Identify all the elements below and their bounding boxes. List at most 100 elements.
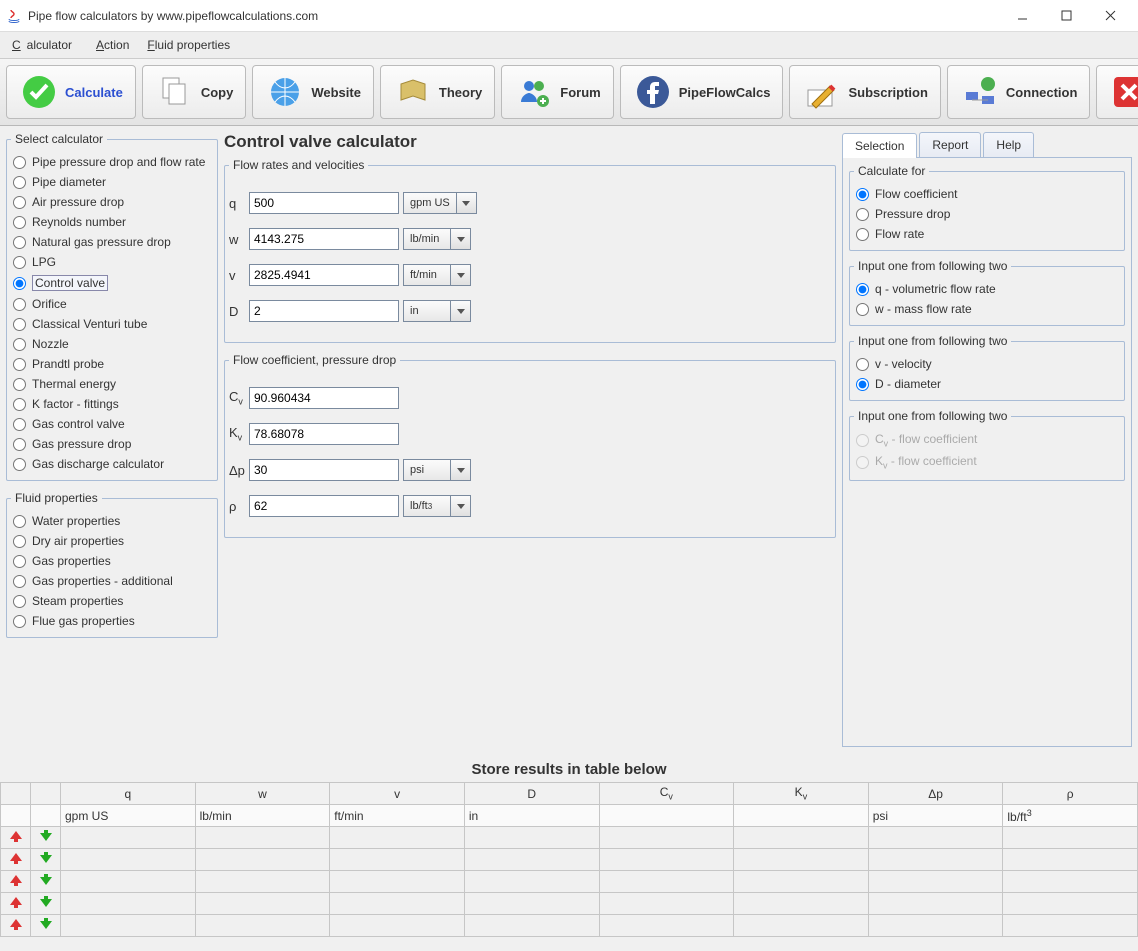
book-icon [393, 72, 433, 112]
fluid-radio-1[interactable]: Dry air properties [11, 531, 213, 551]
unit-rho[interactable]: lb/ft3 [403, 495, 451, 517]
radio-v[interactable] [856, 358, 869, 371]
radio-D[interactable] [856, 378, 869, 391]
unit-dd-D[interactable] [451, 300, 471, 322]
unit-v[interactable]: ft/min [403, 264, 451, 286]
row-up-button[interactable] [1, 849, 31, 871]
fluid-radio-2[interactable]: Gas properties [11, 551, 213, 571]
input-v[interactable] [249, 264, 399, 286]
pipeflowcalcs-button[interactable]: PipeFlowCalcs [620, 65, 784, 119]
website-button[interactable]: Website [252, 65, 374, 119]
row-up-button[interactable] [1, 871, 31, 893]
minimize-button[interactable] [1000, 2, 1044, 30]
input-Kv[interactable] [249, 423, 399, 445]
input-D[interactable] [249, 300, 399, 322]
calc-radio-2[interactable]: Air pressure drop [11, 192, 213, 212]
calc-radio-5[interactable]: LPG [11, 252, 213, 272]
subscription-button[interactable]: Subscription [789, 65, 940, 119]
close-window-button[interactable] [1088, 2, 1132, 30]
theory-button[interactable]: Theory [380, 65, 495, 119]
menu-action[interactable]: Action [90, 36, 135, 54]
section1-legend: Flow rates and velocities [229, 158, 368, 172]
calc-for-group: Calculate for Flow coefficient Pressure … [849, 164, 1125, 251]
maximize-button[interactable] [1044, 2, 1088, 30]
calc-radio-14[interactable]: Gas pressure drop [11, 434, 213, 454]
row-down-button[interactable] [31, 871, 61, 893]
calc-radio-1[interactable]: Pipe diameter [11, 172, 213, 192]
tab-selection[interactable]: Selection [842, 133, 917, 158]
unit-dd-w[interactable] [451, 228, 471, 250]
input-Cv[interactable] [249, 387, 399, 409]
copy-button[interactable]: Copy [142, 65, 247, 119]
menu-fluid-properties[interactable]: Fluid properties [141, 36, 236, 54]
calc-radio-8[interactable]: Classical Venturi tube [11, 314, 213, 334]
row-down-button[interactable] [31, 827, 61, 849]
input-dp[interactable] [249, 459, 399, 481]
radio-pressure-drop[interactable] [856, 208, 869, 221]
unit-dp[interactable]: psi [403, 459, 451, 481]
fluid-radio-0[interactable]: Water properties [11, 511, 213, 531]
radio-flow-rate[interactable] [856, 228, 869, 241]
col-header: ρ [1003, 783, 1138, 805]
input-w[interactable] [249, 228, 399, 250]
pencil-icon [802, 72, 842, 112]
menu-calculator[interactable]: Calculator [6, 36, 84, 54]
col-header: v [330, 783, 465, 805]
col-header: Δp [868, 783, 1003, 805]
unit-q[interactable]: gpm US [403, 192, 457, 214]
fluid-properties-group: Fluid properties Water propertiesDry air… [6, 491, 218, 638]
people-icon [514, 72, 554, 112]
facebook-icon [633, 72, 673, 112]
row-up-button[interactable] [1, 893, 31, 915]
connection-button[interactable]: Connection [947, 65, 1091, 119]
copy-icon [155, 72, 195, 112]
field-rho: ρ lb/ft3 [229, 495, 831, 517]
tab-help[interactable]: Help [983, 132, 1034, 157]
unit-dd-dp[interactable] [451, 459, 471, 481]
calc-radio-7[interactable]: Orifice [11, 294, 213, 314]
field-w: w lb/min [229, 228, 831, 250]
store-title: Store results in table below [0, 753, 1138, 782]
radio-w[interactable] [856, 303, 869, 316]
unit-dd-q[interactable] [457, 192, 477, 214]
forum-button[interactable]: Forum [501, 65, 613, 119]
fluid-radio-4[interactable]: Steam properties [11, 591, 213, 611]
tab-report[interactable]: Report [919, 132, 981, 157]
row-up-button[interactable] [1, 915, 31, 937]
unit-dd-rho[interactable] [451, 495, 471, 517]
field-D: D in [229, 300, 831, 322]
java-icon [6, 8, 22, 24]
radio-flow-coef[interactable] [856, 188, 869, 201]
close-button[interactable]: Close [1096, 65, 1138, 119]
calc-radio-3[interactable]: Reynolds number [11, 212, 213, 232]
input-rho[interactable] [249, 495, 399, 517]
radio-q[interactable] [856, 283, 869, 296]
row-down-button[interactable] [31, 849, 61, 871]
flow-coefficient-fieldset: Flow coefficient, pressure drop Cv Kv Δp… [224, 353, 836, 538]
row-down-button[interactable] [31, 915, 61, 937]
row-up-button[interactable] [1, 827, 31, 849]
calc-radio-13[interactable]: Gas control valve [11, 414, 213, 434]
globe-icon [265, 72, 305, 112]
page-title: Control valve calculator [224, 132, 836, 152]
calc-radio-12[interactable]: K factor - fittings [11, 394, 213, 414]
calc-radio-0[interactable]: Pipe pressure drop and flow rate [11, 152, 213, 172]
field-Kv: Kv [229, 423, 831, 445]
field-v: v ft/min [229, 264, 831, 286]
col-header: q [61, 783, 196, 805]
unit-dd-v[interactable] [451, 264, 471, 286]
calc-radio-11[interactable]: Thermal energy [11, 374, 213, 394]
calc-radio-15[interactable]: Gas discharge calculator [11, 454, 213, 474]
unit-D[interactable]: in [403, 300, 451, 322]
calc-radio-9[interactable]: Nozzle [11, 334, 213, 354]
calc-radio-6[interactable]: Control valve [11, 272, 213, 294]
fluid-radio-3[interactable]: Gas properties - additional [11, 571, 213, 591]
unit-w[interactable]: lb/min [403, 228, 451, 250]
row-down-button[interactable] [31, 893, 61, 915]
calc-radio-4[interactable]: Natural gas pressure drop [11, 232, 213, 252]
calculate-button[interactable]: Calculate [6, 65, 136, 119]
fluid-radio-5[interactable]: Flue gas properties [11, 611, 213, 631]
window-title: Pipe flow calculators by www.pipeflowcal… [28, 9, 1000, 23]
input-q[interactable] [249, 192, 399, 214]
calc-radio-10[interactable]: Prandtl probe [11, 354, 213, 374]
